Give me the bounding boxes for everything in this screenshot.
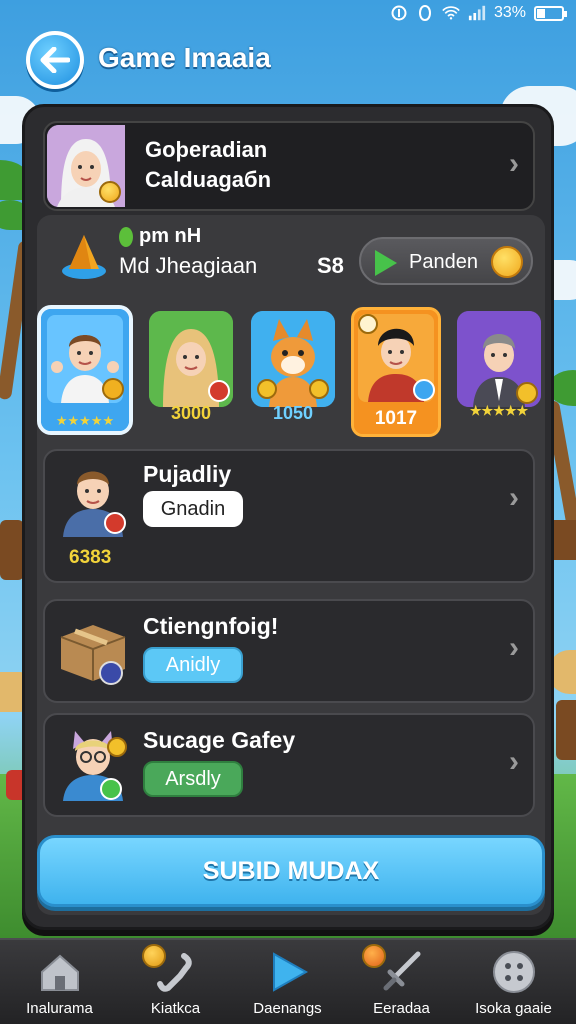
submit-button[interactable]: SUBID MUDAX (37, 835, 545, 907)
nav-item-play[interactable]: Daenangs (230, 940, 345, 1024)
nav-label: Daenangs (253, 1000, 322, 1017)
player-name: Md Jheagiaan (119, 253, 258, 278)
content-area: pm nH Md Jheagiaan S8 Panden ★★★★★ 3000 … (37, 215, 545, 915)
battery-level (537, 8, 545, 18)
avatar-rating: ★★★★★ (55, 413, 115, 428)
play-button[interactable]: Panden (359, 237, 533, 285)
profile-avatar (47, 125, 125, 207)
row-button[interactable]: Anidly (143, 647, 243, 683)
play-icon (375, 250, 397, 276)
cone-icon (62, 235, 106, 279)
chevron-right-icon: › (509, 481, 519, 514)
nav-label: Eeradaa (373, 1000, 430, 1017)
list-item[interactable]: Sucage Gafey Arsdly › (43, 713, 535, 817)
coin-badge-icon (99, 181, 121, 203)
main-panel: Goþeradian Calduagaбn › pm nH Md Jheagia… (22, 104, 554, 930)
arrow-left-icon (40, 47, 70, 73)
status-bar: 33% (0, 0, 576, 26)
profile-subtitle: Calduagaбn (145, 167, 272, 192)
row-button[interactable]: Arsdly (143, 761, 243, 797)
wifi-icon (442, 5, 460, 21)
play-icon (273, 952, 309, 992)
row-title: Sucage Gafey (143, 727, 296, 753)
signal-icon (468, 5, 486, 21)
data-icon (390, 5, 408, 21)
battery-icon (534, 5, 567, 21)
profile-card[interactable]: Goþeradian Calduagaбn › (43, 121, 535, 211)
home-icon (41, 954, 79, 991)
nav-item-home[interactable]: Inalurama (2, 940, 117, 1024)
play-button-label: Panden (409, 251, 478, 273)
nav-item-more[interactable]: Isoka gaaie (456, 940, 571, 1024)
profile-name: Goþeradian (145, 137, 268, 162)
player-score: S8 (317, 253, 344, 278)
nav-item-sword[interactable]: Eeradaa (344, 940, 459, 1024)
more-icon (493, 951, 535, 993)
nav-item-phone[interactable]: Kiatkca (118, 940, 233, 1024)
character-icon (63, 731, 127, 801)
avatar-rating: ★★★★★ (469, 403, 529, 418)
sword-icon (383, 951, 421, 991)
avatar-score: 1050 (272, 403, 314, 423)
phone-icon (157, 953, 192, 992)
row-title: Pujadliy (143, 461, 232, 487)
avatar-score: 3000 (170, 403, 212, 423)
row-count: 6383 (69, 547, 112, 568)
battery-text: 33% (493, 4, 526, 21)
avatar-score: 1017 (374, 408, 418, 429)
leaf-icon (119, 227, 133, 247)
notification-icon (416, 5, 434, 21)
avatar-row: ★★★★★ 3000 1050 1017 ★★★★★ (37, 299, 545, 439)
box-icon (60, 625, 126, 685)
nav-label: Kiatkca (150, 1000, 201, 1017)
character-icon (63, 471, 126, 537)
chevron-right-icon: › (509, 745, 519, 778)
chevron-right-icon: › (509, 147, 519, 180)
smiley-coin-icon (491, 246, 523, 278)
row-button[interactable]: Gnadin (143, 491, 243, 527)
info-label: pm nH (139, 225, 202, 247)
page-title: Game Imaaia (98, 42, 271, 73)
row-title: Ctiengnfoig! (143, 613, 279, 639)
list-item[interactable]: Ctiengnfoig! Anidly › (43, 599, 535, 703)
nav-label: Inalurama (26, 1000, 93, 1017)
chevron-right-icon: › (509, 631, 519, 664)
avatar-card-highlighted[interactable]: 1017 (351, 307, 441, 437)
avatar-card[interactable] (457, 311, 541, 407)
back-button[interactable] (26, 31, 84, 89)
avatar-card[interactable] (251, 311, 335, 407)
list-item[interactable]: 6383 Pujadliy Gnadin › (43, 449, 535, 583)
bottom-nav: Inalurama Kiatkca Daenangs Eeradaa Isoka… (0, 938, 576, 1024)
nav-label: Isoka gaaie (475, 1000, 552, 1017)
avatar-card-selected[interactable]: ★★★★★ (37, 305, 133, 435)
avatar-card[interactable] (149, 311, 233, 407)
